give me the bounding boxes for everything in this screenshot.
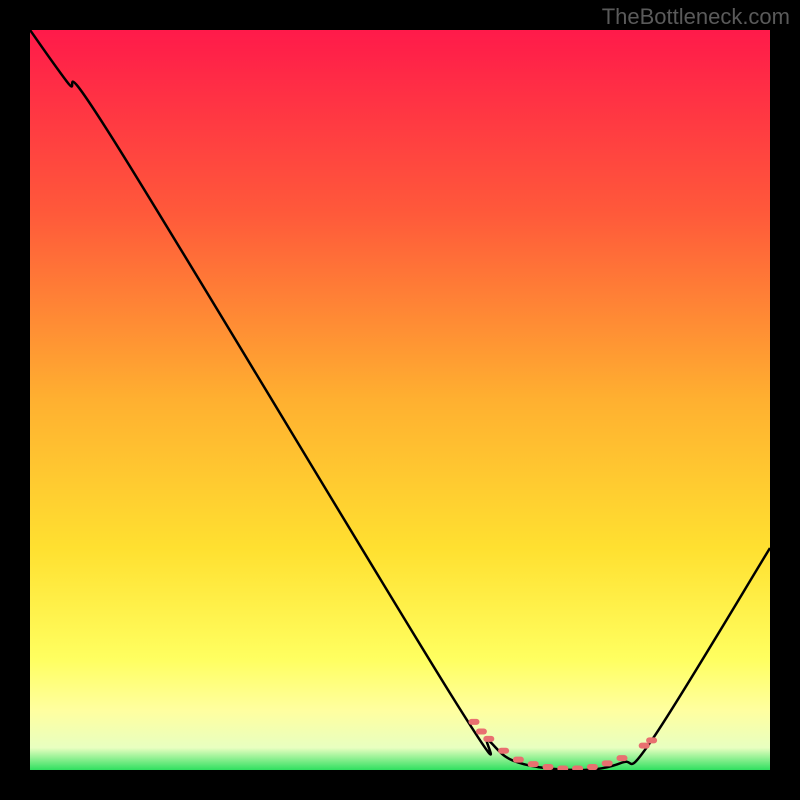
marker-dot <box>483 736 494 742</box>
marker-dot <box>469 719 480 725</box>
marker-dot <box>557 766 568 770</box>
watermark-text: TheBottleneck.com <box>602 4 790 30</box>
marker-dot <box>602 760 613 766</box>
curve-layer <box>30 30 770 770</box>
marker-dot <box>646 737 657 743</box>
marker-dot <box>513 757 524 763</box>
marker-dot <box>476 729 487 735</box>
marker-dot <box>587 764 598 770</box>
marker-dot <box>572 766 583 770</box>
marker-dot <box>498 748 509 754</box>
bottleneck-curve <box>30 30 770 770</box>
plot-area <box>30 30 770 770</box>
marker-dot <box>543 764 554 770</box>
marker-dot <box>617 755 628 761</box>
marker-dot <box>528 761 539 767</box>
chart-container: TheBottleneck.com <box>0 0 800 800</box>
marker-dot <box>639 743 650 749</box>
